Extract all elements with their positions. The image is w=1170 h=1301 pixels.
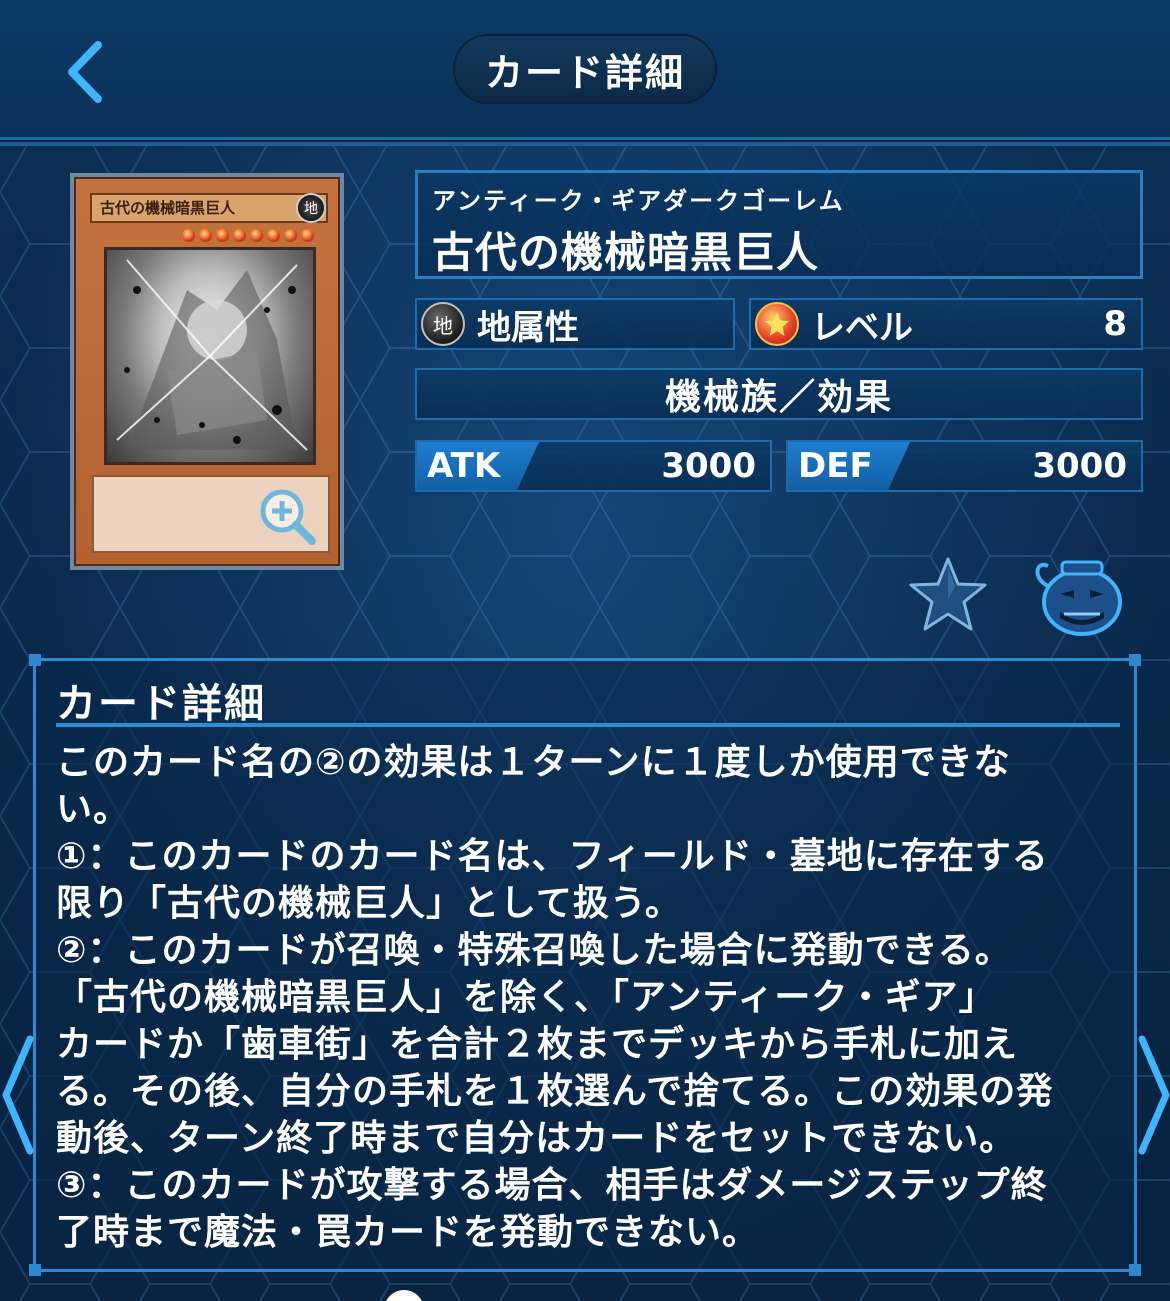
previous-card-arrow-icon[interactable] bbox=[0, 1035, 36, 1155]
earth-attribute-icon: 地 bbox=[421, 302, 465, 346]
star-icon[interactable] bbox=[908, 555, 988, 633]
level-star-icon bbox=[199, 229, 212, 242]
effect-line: る。その後、自分の手札を１枚選んで捨てる。この効果の発 bbox=[56, 1071, 1054, 1112]
card-image-name: 古代の機械暗黒巨人 bbox=[90, 193, 328, 223]
chevron-left-icon bbox=[68, 41, 102, 103]
level-star-icon bbox=[216, 229, 229, 242]
effect-line: 動後、ターン終了時まで自分はカードをセットできない。 bbox=[56, 1118, 1017, 1159]
effect-line: い。 bbox=[56, 789, 131, 830]
card-effect-text: このカード名の②の効果は１ターンに１度しか使用できな い。 ①：このカードのカー… bbox=[56, 739, 1126, 1256]
atk-label: ATK bbox=[417, 442, 539, 490]
def-value: 3000 bbox=[1032, 446, 1127, 486]
effect-line: 了時まで魔法・罠カードを発動できない。 bbox=[56, 1212, 760, 1253]
level-star-icon bbox=[250, 229, 263, 242]
card-image-level-stars bbox=[182, 229, 314, 242]
attribute-label: 地属性 bbox=[477, 307, 579, 348]
card-text-box bbox=[92, 475, 330, 553]
pot-of-greed-icon[interactable] bbox=[1030, 556, 1126, 636]
effect-line: ①：このカードのカード名は、フィールド・墓地に存在する bbox=[56, 836, 1049, 877]
level-star-icon bbox=[267, 229, 280, 242]
atk-panel: ATK 3000 bbox=[415, 440, 772, 492]
level-label: レベル bbox=[811, 307, 913, 348]
card-artwork bbox=[104, 247, 316, 465]
effect-line: 「古代の機械暗黒巨人」を除く、「アンティーク・ギア」 bbox=[56, 977, 996, 1018]
monster-type: 機械族／効果 bbox=[664, 377, 893, 418]
detail-heading: カード詳細 bbox=[56, 681, 266, 727]
def-label: DEF bbox=[788, 442, 910, 490]
effect-line: カードか「歯車街」を合計２枚までデッキから手札に加え bbox=[56, 1024, 1019, 1065]
effect-line: ②：このカードが召喚・特殊召喚した場合に発動できる。 bbox=[56, 930, 1012, 971]
level-star-icon bbox=[284, 229, 297, 242]
effect-line: 限り「古代の機械巨人」として扱う。 bbox=[56, 883, 682, 924]
level-panel: レベル 8 bbox=[749, 298, 1143, 350]
panel-corner bbox=[29, 1264, 41, 1276]
panel-corner bbox=[1129, 1264, 1141, 1276]
card-image[interactable]: 古代の機械暗黒巨人 地 bbox=[70, 173, 344, 570]
attribute-panel: 地 地属性 bbox=[415, 298, 735, 350]
panel-corner bbox=[29, 654, 41, 666]
next-card-arrow-icon[interactable] bbox=[1136, 1035, 1170, 1155]
effect-line: このカード名の②の効果は１ターンに１度しか使用できな bbox=[56, 742, 1011, 783]
panel-corner bbox=[1129, 654, 1141, 666]
level-star-icon bbox=[301, 229, 314, 242]
card-name-ruby: アンティーク・ギアダークゴーレム bbox=[432, 187, 845, 215]
card-detail-panel[interactable]: カード詳細 このカード名の②の効果は１ターンに１度しか使用できな い。 ①：この… bbox=[29, 654, 1141, 1276]
def-panel: DEF 3000 bbox=[786, 440, 1143, 492]
zoom-in-icon[interactable] bbox=[256, 485, 318, 547]
effect-line: ③：このカードが攻撃する場合、相手はダメージステップ終 bbox=[56, 1165, 1048, 1206]
card-name-panel: アンティーク・ギアダークゴーレム 古代の機械暗黒巨人 bbox=[415, 170, 1143, 279]
top-bar: カード詳細 bbox=[0, 0, 1170, 140]
type-panel: 機械族／効果 bbox=[415, 368, 1143, 420]
card-image-attribute-icon: 地 bbox=[296, 193, 326, 223]
back-button[interactable] bbox=[52, 34, 116, 110]
level-star-icon bbox=[233, 229, 246, 242]
card-face: 古代の機械暗黒巨人 地 bbox=[74, 177, 340, 566]
atk-value: 3000 bbox=[661, 446, 756, 486]
level-value: 8 bbox=[1103, 304, 1127, 344]
level-star-icon bbox=[755, 302, 799, 346]
divider bbox=[56, 723, 1120, 727]
card-name: 古代の機械暗黒巨人 bbox=[432, 228, 820, 277]
level-star-icon bbox=[182, 229, 195, 242]
page-title: カード詳細 bbox=[453, 34, 717, 104]
